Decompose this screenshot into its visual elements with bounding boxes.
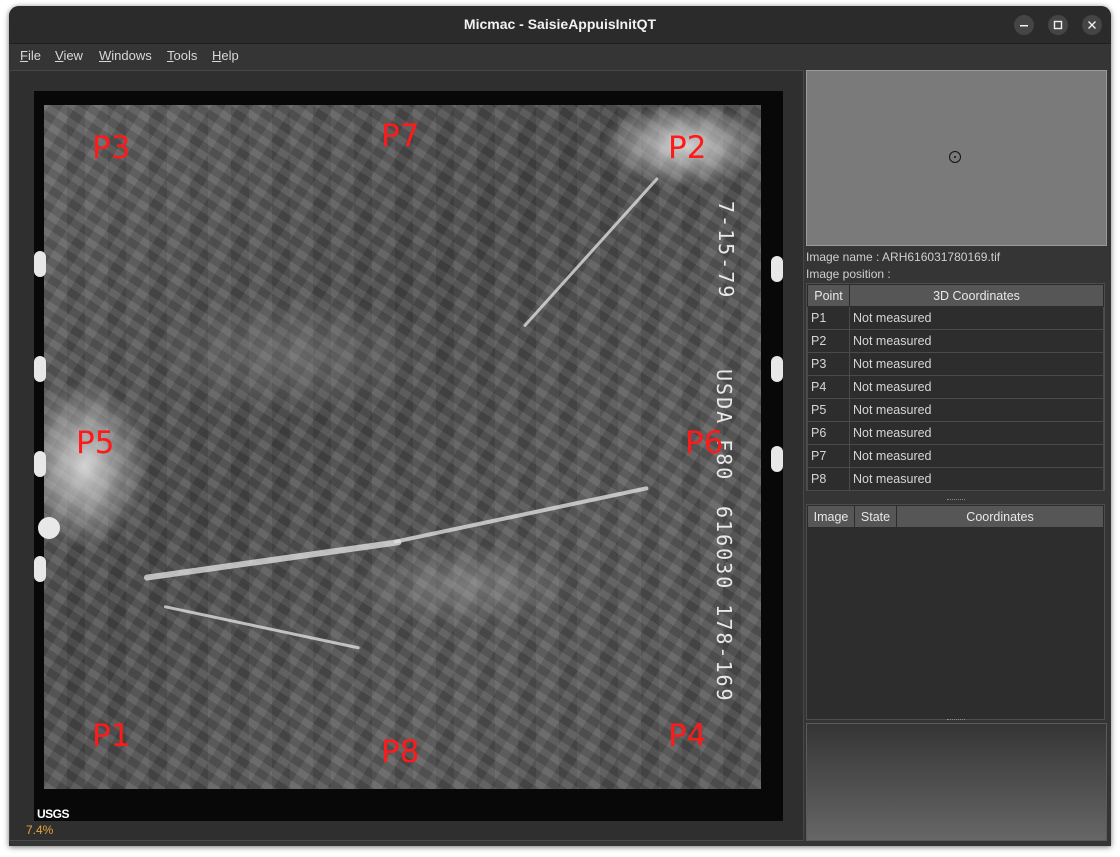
points-header-point[interactable]: Point <box>807 284 850 307</box>
points-header-coords[interactable]: 3D Coordinates <box>849 284 1104 307</box>
point-cell: P7 <box>807 444 850 468</box>
window-title: Micmac - SaisieAppuisInitQT <box>463 16 657 32</box>
menu-help[interactable]: Help <box>212 48 239 63</box>
coords-cell: Not measured <box>849 352 1104 376</box>
river-feature <box>163 605 360 650</box>
table-row[interactable]: P4 Not measured <box>807 375 1104 399</box>
coords-cell: Not measured <box>849 421 1104 445</box>
app-window: Micmac - SaisieAppuisInitQT File View Wi… <box>9 6 1111 846</box>
film-sprocket-hole <box>771 356 783 382</box>
film-sprocket-hole <box>34 251 46 277</box>
image-name-label: Image name : ARH616031780169.tif <box>806 250 1001 264</box>
point-marker-p7[interactable]: P7 <box>381 121 419 152</box>
film-frame-text: 616030 178-169 <box>712 506 736 703</box>
point-cell: P5 <box>807 398 850 422</box>
zoom-preview[interactable] <box>806 70 1107 246</box>
table-row[interactable]: P6 Not measured <box>807 421 1104 445</box>
coords-cell: Not measured <box>849 306 1104 330</box>
menu-file-label: ile <box>27 48 41 63</box>
aerial-photo-frame: 7-15-79 USDA F80 616030 178-169 P3 P7 P2… <box>34 91 783 821</box>
coords-cell: Not measured <box>849 467 1104 491</box>
coords-cell: Not measured <box>849 444 1104 468</box>
table-row[interactable]: P8 Not measured <box>807 467 1104 491</box>
menu-view-label: iew <box>63 48 83 63</box>
image-position-label: Image position : <box>806 267 891 281</box>
river-feature <box>393 485 649 544</box>
menu-tools-label: ools <box>173 48 198 63</box>
point-marker-p1[interactable]: P1 <box>92 721 130 752</box>
menu-help-label: elp <box>221 48 239 63</box>
aerial-photo[interactable] <box>44 105 761 789</box>
zoom-level: 7.4% <box>26 823 54 837</box>
images-header-image[interactable]: Image <box>807 505 855 528</box>
menu-file[interactable]: File <box>20 48 41 63</box>
table-row[interactable]: P1 Not measured <box>807 306 1104 330</box>
target-icon <box>949 151 961 163</box>
point-cell: P2 <box>807 329 850 353</box>
table-row[interactable]: P2 Not measured <box>807 329 1104 353</box>
usgs-logo: USGS <box>37 807 70 821</box>
coords-cell: Not measured <box>849 398 1104 422</box>
point-marker-p6[interactable]: P6 <box>685 428 723 459</box>
images-table[interactable]: Image State Coordinates <box>806 504 1105 720</box>
point-marker-p5[interactable]: P5 <box>76 428 114 459</box>
river-feature <box>522 176 659 328</box>
menu-windows[interactable]: Windows <box>99 48 152 63</box>
point-marker-p8[interactable]: P8 <box>381 737 419 768</box>
film-sprocket-hole <box>771 446 783 472</box>
minimize-icon <box>1020 25 1028 27</box>
film-date-text: 7-15-79 <box>714 201 738 300</box>
point-marker-p4[interactable]: P4 <box>668 721 706 752</box>
point-marker-p2[interactable]: P2 <box>668 133 706 164</box>
menu-windows-mnemonic: W <box>99 48 112 63</box>
close-button[interactable] <box>1082 15 1102 35</box>
point-cell: P3 <box>807 352 850 376</box>
minimize-button[interactable] <box>1014 15 1034 35</box>
table-row[interactable]: P3 Not measured <box>807 352 1104 376</box>
menu-help-mnemonic: H <box>212 48 222 63</box>
menu-file-mnemonic: F <box>20 48 28 63</box>
point-cell: P8 <box>807 467 850 491</box>
film-sprocket-hole <box>771 256 783 282</box>
river-feature <box>143 538 402 581</box>
table-row[interactable]: P7 Not measured <box>807 444 1104 468</box>
table-row[interactable]: P5 Not measured <box>807 398 1104 422</box>
point-cell: P6 <box>807 421 850 445</box>
maximize-button[interactable] <box>1048 15 1068 35</box>
film-sprocket-hole <box>34 556 46 582</box>
points-table[interactable]: Point 3D Coordinates P1 Not measured P2 No… <box>806 283 1105 491</box>
image-viewer[interactable]: 7-15-79 USDA F80 616030 178-169 P3 P7 P2… <box>9 70 804 841</box>
images-header-state[interactable]: State <box>854 505 897 528</box>
coords-cell: Not measured <box>849 329 1104 353</box>
splitter-handle[interactable] <box>806 718 1105 722</box>
menu-view[interactable]: View <box>55 48 83 63</box>
film-sprocket-hole <box>34 451 46 477</box>
point-marker-p3[interactable]: P3 <box>92 133 130 164</box>
film-sprocket-hole <box>34 356 46 382</box>
menu-bar: File View Windows Tools Help <box>9 44 1111 68</box>
film-sprocket-hole <box>38 517 60 539</box>
menu-tools[interactable]: Tools <box>167 48 197 63</box>
close-icon <box>1088 21 1096 29</box>
point-cell: P4 <box>807 375 850 399</box>
menu-windows-label: indows <box>111 48 152 63</box>
maximize-icon <box>1053 20 1063 30</box>
images-header-coords[interactable]: Coordinates <box>896 505 1104 528</box>
coords-cell: Not measured <box>849 375 1104 399</box>
point-cell: P1 <box>807 306 850 330</box>
bottom-preview-panel <box>806 723 1107 841</box>
splitter-handle[interactable] <box>806 498 1105 502</box>
title-bar[interactable]: Micmac - SaisieAppuisInitQT <box>9 6 1111 44</box>
